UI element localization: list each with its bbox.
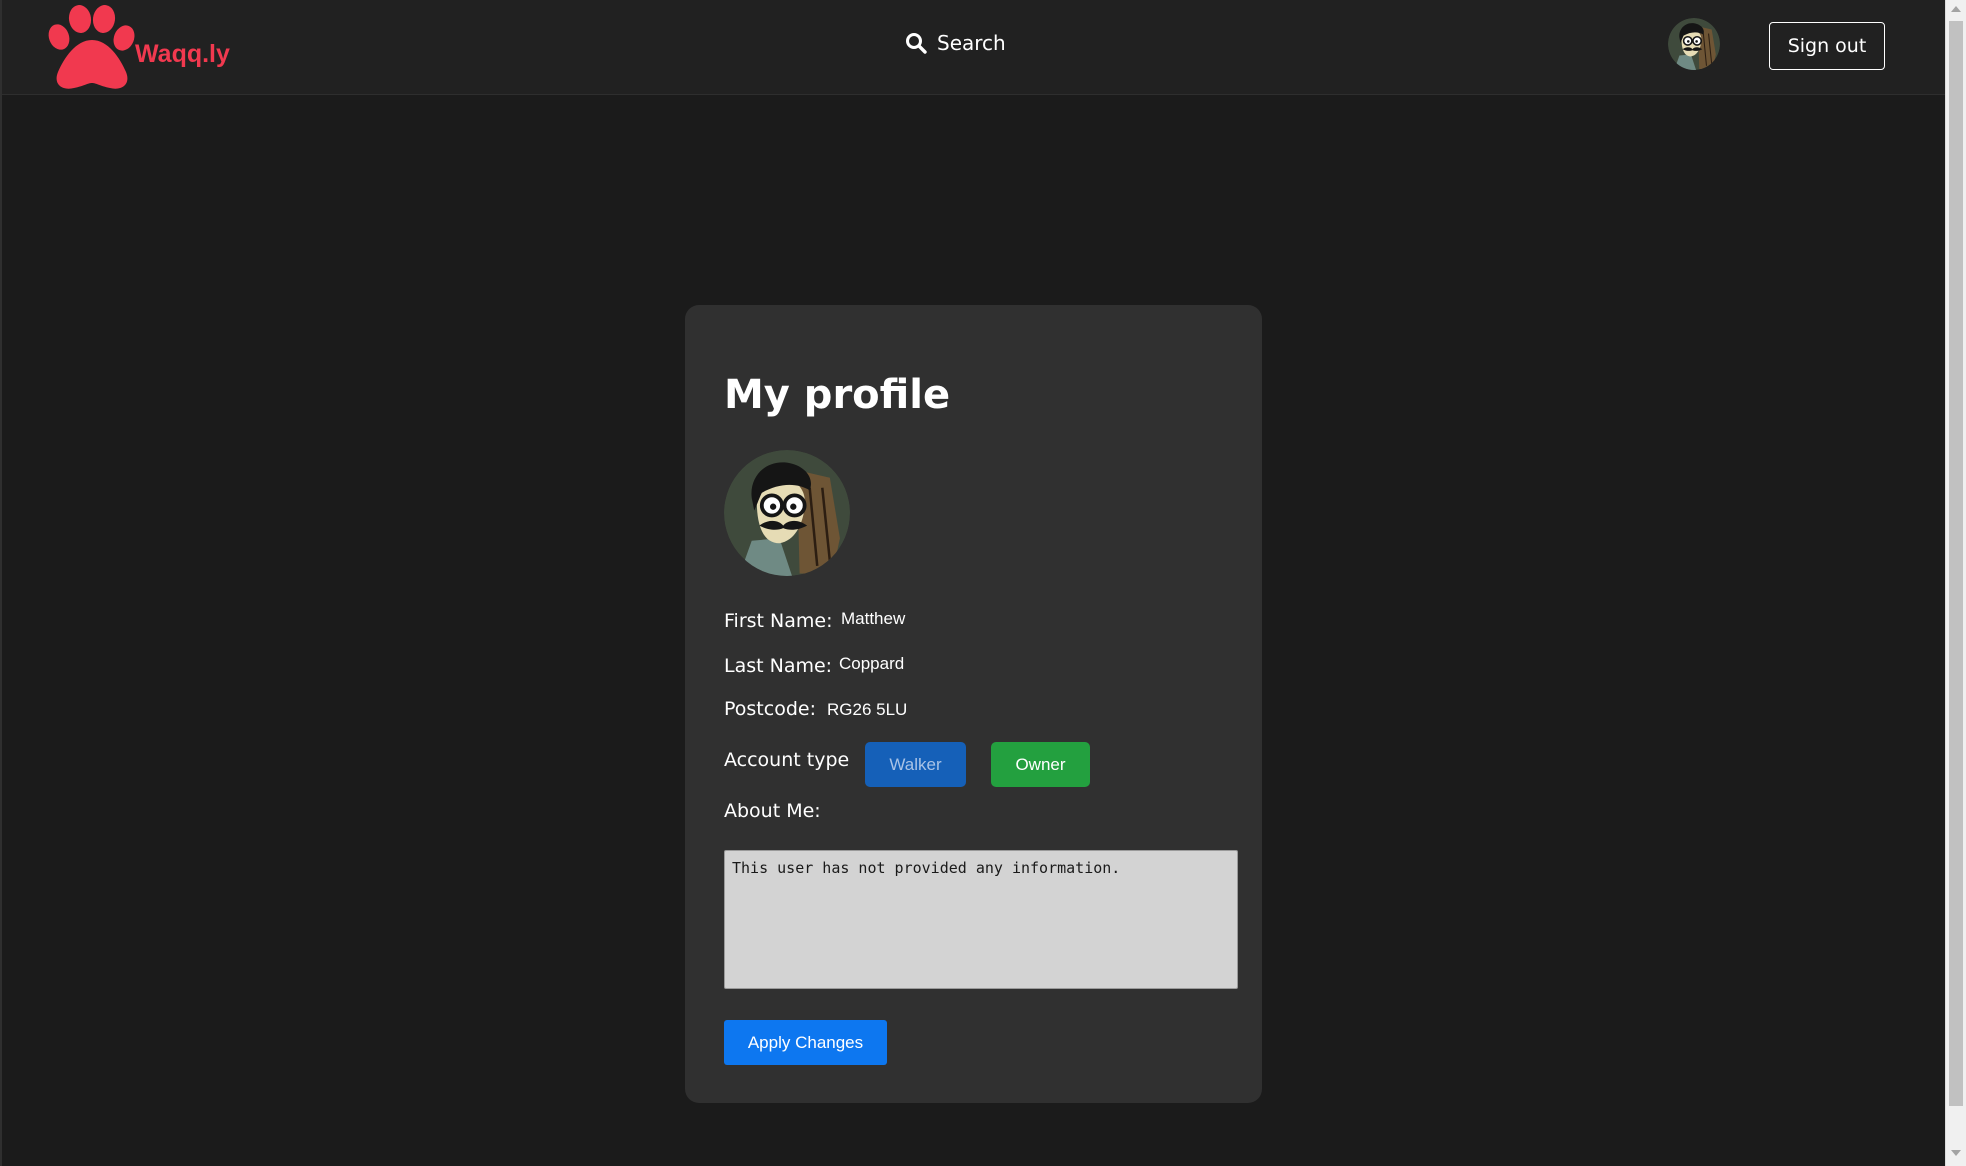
account-type-label: Account type bbox=[724, 749, 850, 771]
about-me-textarea[interactable]: This user has not provided any informati… bbox=[724, 850, 1238, 989]
first-name-label: First Name: bbox=[724, 610, 833, 632]
scroll-down-arrow-icon[interactable] bbox=[1951, 1150, 1961, 1156]
first-name-value[interactable]: Matthew bbox=[841, 609, 905, 629]
profile-card: My profile First Name: Matthew Last Name… bbox=[685, 305, 1262, 1103]
user-avatar[interactable] bbox=[1668, 18, 1720, 70]
sign-out-button[interactable]: Sign out bbox=[1769, 22, 1885, 70]
scroll-up-arrow-icon[interactable] bbox=[1951, 6, 1961, 12]
last-name-label: Last Name: bbox=[724, 655, 833, 677]
brand-name: Waqq.ly bbox=[135, 40, 230, 68]
navbar: Waqq.ly Search Sign out bbox=[2, 0, 1945, 95]
apply-changes-button[interactable]: Apply Changes bbox=[724, 1020, 887, 1065]
walker-button[interactable]: Walker bbox=[865, 742, 966, 787]
window-left-edge bbox=[0, 0, 2, 1166]
owner-button[interactable]: Owner bbox=[991, 742, 1090, 787]
search-link[interactable]: Search bbox=[905, 31, 1006, 55]
scroll-thumb[interactable] bbox=[1949, 21, 1963, 1106]
profile-avatar bbox=[724, 450, 850, 576]
scrollbar[interactable] bbox=[1945, 0, 1966, 1166]
last-name-value[interactable]: Coppard bbox=[839, 654, 904, 674]
search-label: Search bbox=[937, 31, 1006, 55]
page-title: My profile bbox=[724, 372, 951, 418]
postcode-value[interactable]: RG26 5LU bbox=[827, 700, 907, 720]
search-icon bbox=[906, 33, 927, 54]
brand-logo[interactable]: Waqq.ly bbox=[42, 0, 230, 94]
about-me-label: About Me: bbox=[724, 800, 821, 822]
postcode-label: Postcode: bbox=[724, 698, 816, 720]
paw-icon bbox=[48, 5, 135, 89]
